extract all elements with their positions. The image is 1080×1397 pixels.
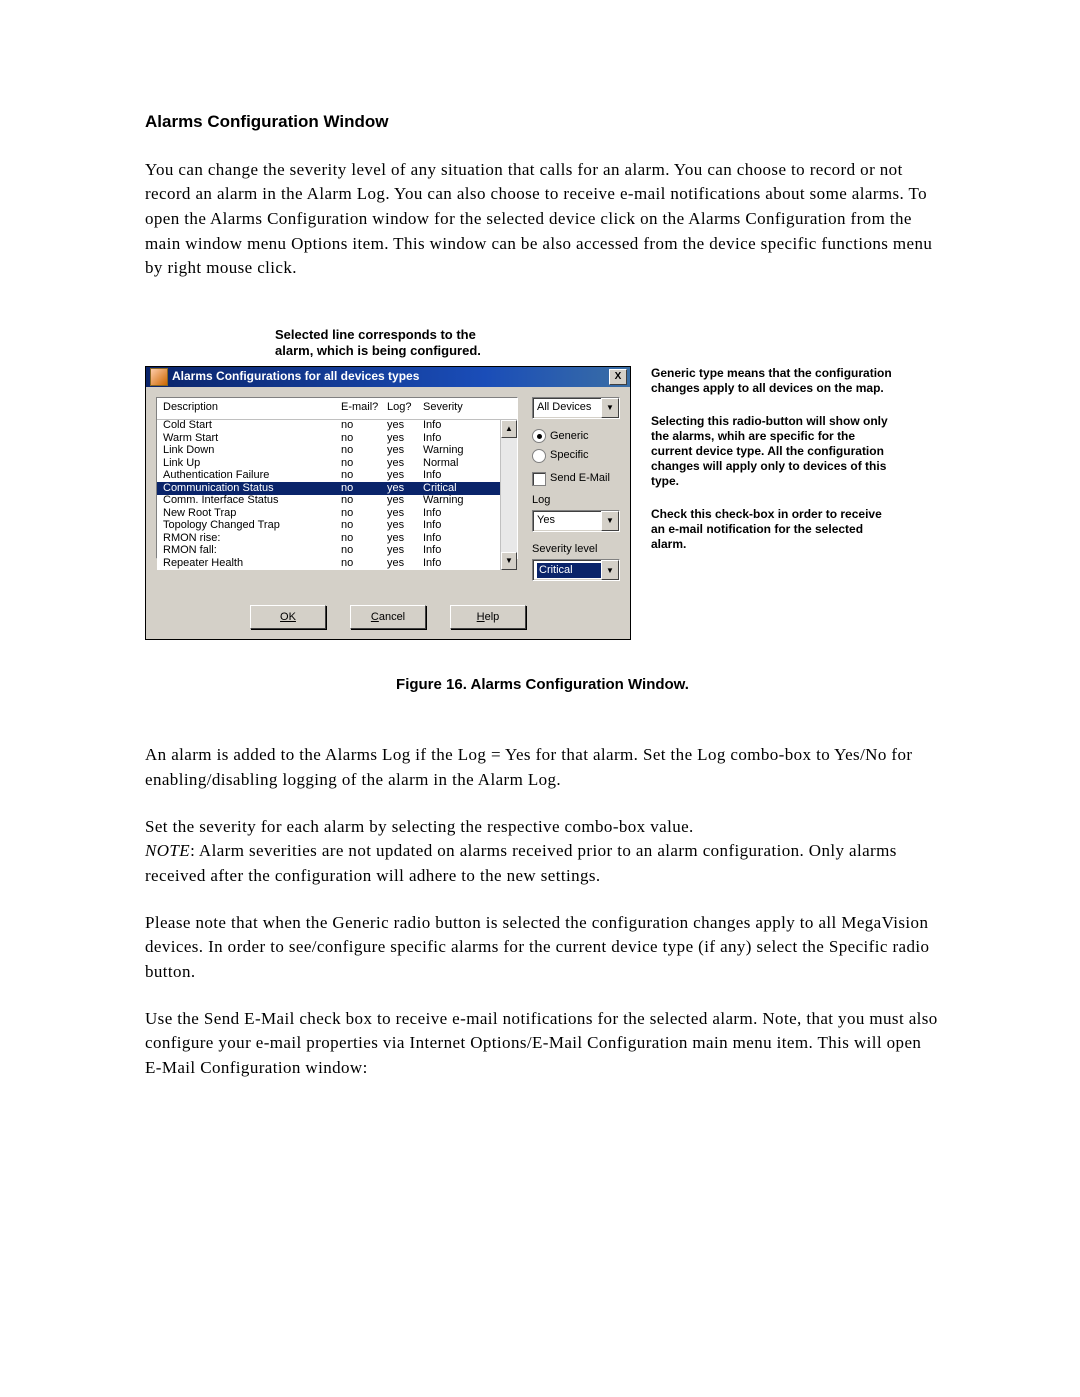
device-scope-value: All Devices — [537, 400, 601, 415]
figure-caption: Figure 16. Alarms Configuration Window. — [145, 674, 940, 695]
cancel-button[interactable]: Cancel — [350, 605, 426, 629]
callout-selected-line: Selected line corresponds to the alarm, … — [275, 327, 940, 360]
help-label: Help — [477, 610, 500, 625]
figure-block: Selected line corresponds to the alarm, … — [145, 327, 940, 695]
checkbox-icon — [532, 472, 546, 486]
alarms-config-window: Alarms Configurations for all devices ty… — [145, 366, 631, 641]
ok-button[interactable]: OK — [250, 605, 326, 629]
cancel-label: Cancel — [371, 610, 405, 625]
close-button[interactable]: X — [609, 369, 627, 385]
col-log: Log? — [387, 400, 423, 415]
radio-specific[interactable]: Specific — [532, 448, 620, 463]
note-prefix: NOTE — [145, 841, 190, 860]
severity-select[interactable]: Critical ▼ — [532, 559, 620, 581]
page-title: Alarms Configuration Window — [145, 110, 940, 134]
check-send-email-label: Send E-Mail — [550, 471, 610, 486]
scroll-down-button[interactable]: ▼ — [501, 552, 517, 570]
severity-label: Severity level — [532, 542, 620, 557]
window-title: Alarms Configurations for all devices ty… — [172, 368, 609, 385]
para-severity-line1: Set the severity for each alarm by selec… — [145, 817, 694, 836]
close-icon: X — [615, 370, 622, 384]
callout-specific: Selecting this radio-button will show on… — [651, 414, 897, 489]
device-scope-select[interactable]: All Devices ▼ — [532, 397, 620, 419]
log-select[interactable]: Yes ▼ — [532, 510, 620, 532]
chevron-down-icon: ▼ — [601, 511, 619, 531]
callout-send-email: Check this check-box in order to receive… — [651, 507, 897, 552]
table-row[interactable]: Repeater HealthnoyesInfo — [157, 557, 500, 570]
para-generic: Please note that when the Generic radio … — [145, 911, 940, 985]
cell-description: Repeater Health — [163, 556, 341, 570]
para-severity: Set the severity for each alarm by selec… — [145, 815, 940, 889]
titlebar: Alarms Configurations for all devices ty… — [146, 367, 630, 387]
intro-paragraph: You can change the severity level of any… — [145, 158, 940, 281]
col-description: Description — [163, 400, 341, 415]
list-headers: Description E-mail? Log? Severity — [157, 398, 517, 419]
radio-icon — [532, 449, 546, 463]
help-button[interactable]: Help — [450, 605, 526, 629]
cell-severity: Info — [423, 556, 496, 570]
cell-email: no — [341, 556, 387, 570]
right-panel: All Devices ▼ Generic Specific — [532, 397, 620, 592]
radio-generic[interactable]: Generic — [532, 429, 620, 444]
para-log: An alarm is added to the Alarms Log if t… — [145, 743, 940, 792]
log-label: Log — [532, 493, 620, 508]
ok-label: OK — [280, 610, 296, 625]
app-icon — [150, 368, 168, 386]
callout-generic: Generic type means that the configuratio… — [651, 366, 897, 396]
radio-icon — [532, 429, 546, 443]
annotation-column: Generic type means that the configuratio… — [651, 366, 897, 570]
check-send-email[interactable]: Send E-Mail — [532, 471, 620, 486]
col-severity: Severity — [423, 400, 513, 415]
alarms-listbox[interactable]: Description E-mail? Log? Severity Cold S… — [156, 397, 518, 559]
scroll-up-button[interactable]: ▲ — [501, 420, 517, 438]
log-select-value: Yes — [537, 513, 601, 528]
scrollbar[interactable]: ▲ ▼ — [500, 420, 517, 570]
note-rest: : Alarm severities are not updated on al… — [145, 841, 897, 885]
severity-select-value: Critical — [537, 563, 601, 578]
radio-generic-label: Generic — [550, 429, 589, 444]
radio-specific-label: Specific — [550, 448, 589, 463]
chevron-down-icon: ▼ — [601, 398, 619, 418]
para-sendemail: Use the Send E-Mail check box to receive… — [145, 1007, 940, 1081]
col-email: E-mail? — [341, 400, 387, 415]
cell-log: yes — [387, 556, 423, 570]
chevron-down-icon: ▼ — [601, 560, 619, 580]
scroll-track[interactable] — [501, 438, 517, 552]
